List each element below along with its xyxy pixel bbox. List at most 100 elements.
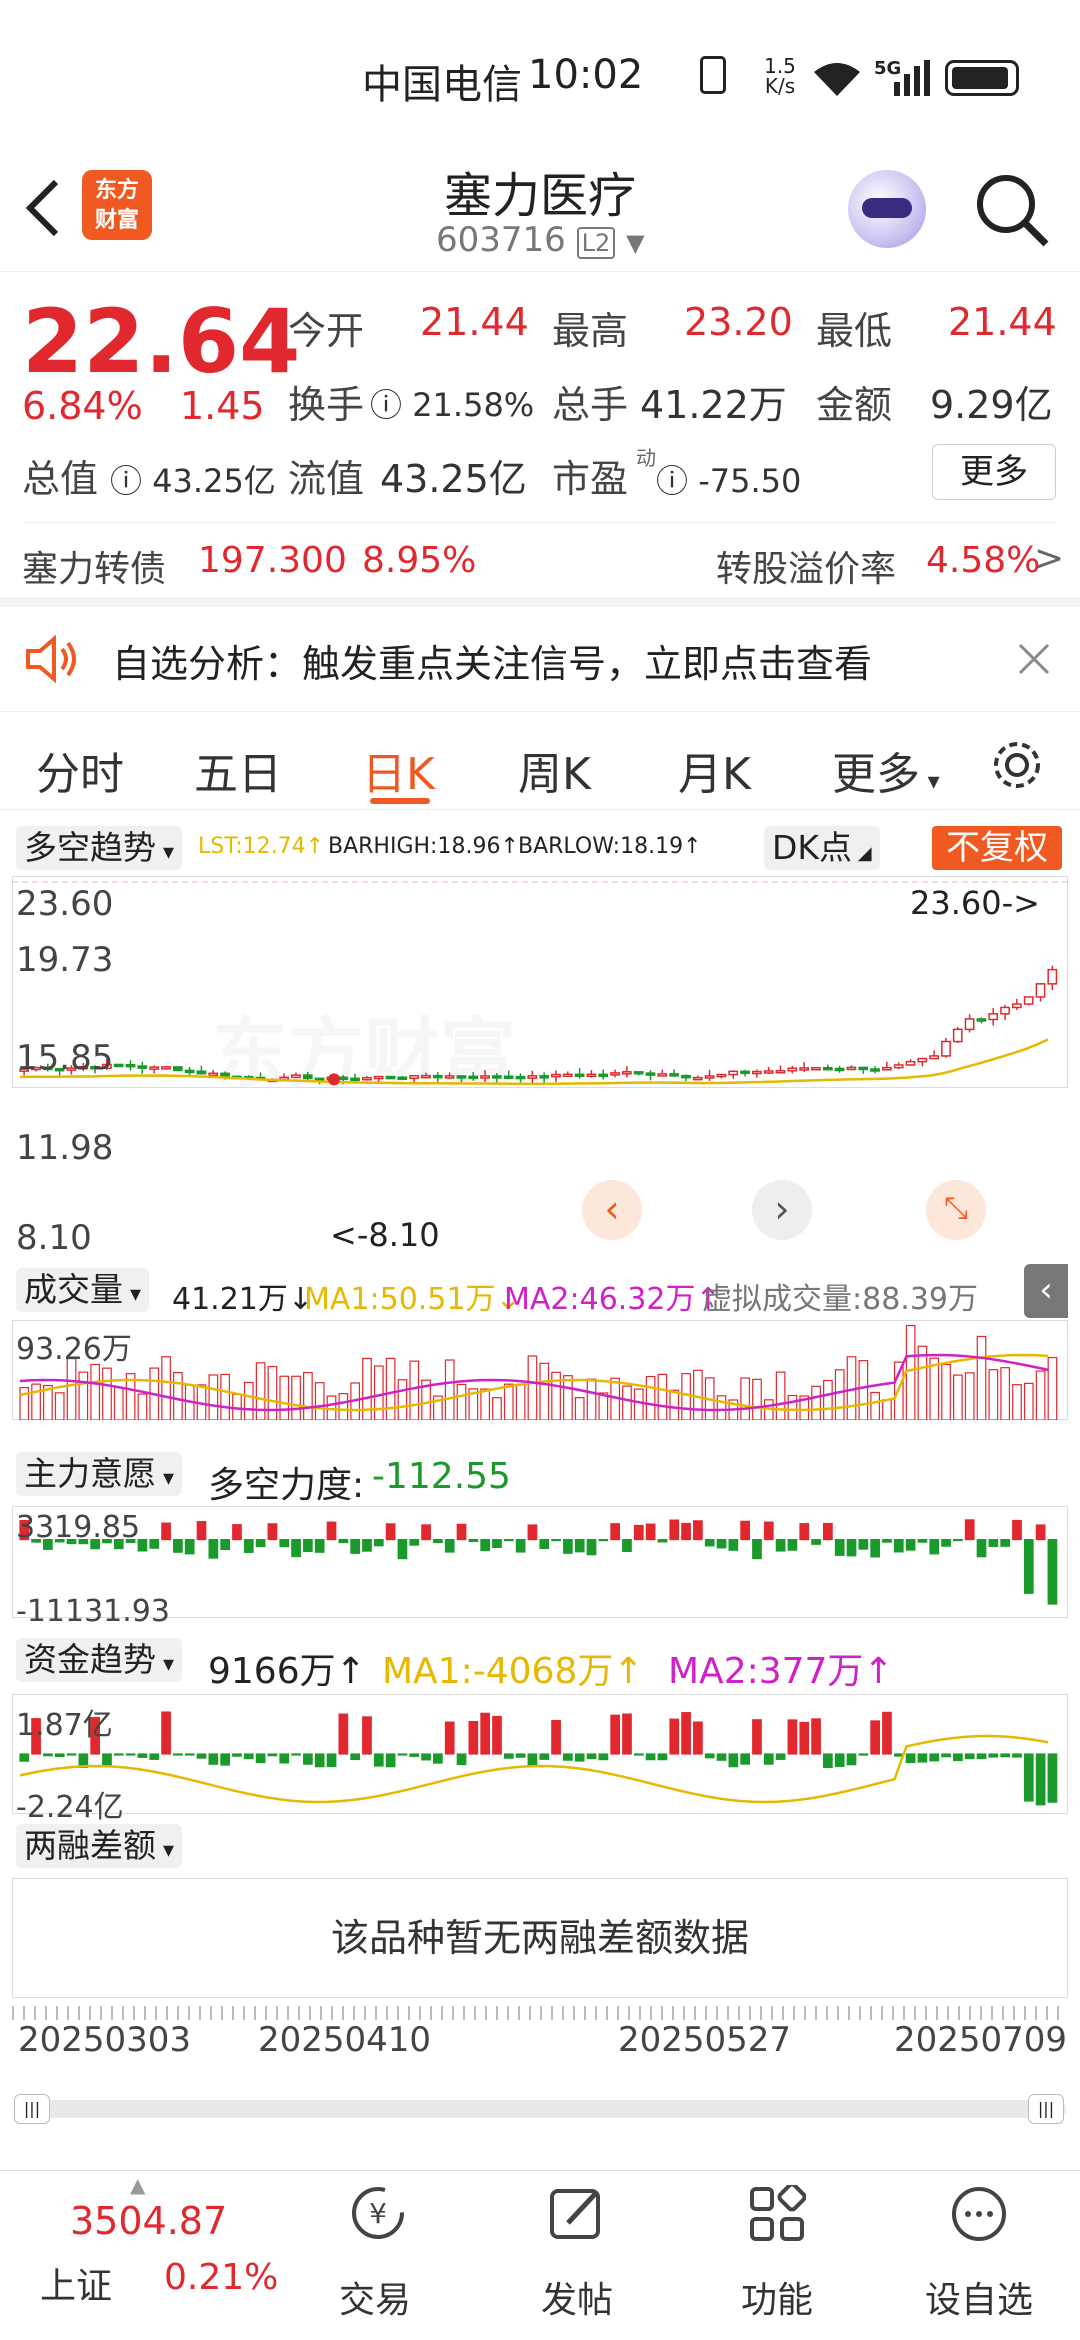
bar — [492, 1397, 502, 1420]
bar — [220, 1373, 231, 1420]
bar — [775, 1371, 786, 1420]
turnover-value[interactable]: ⓘ 21.58% — [370, 380, 534, 426]
bar — [775, 1538, 786, 1552]
bar — [563, 1538, 573, 1554]
candle — [338, 1076, 349, 1081]
notice-bar[interactable]: 自选分析：触发重点关注信号，立即点击查看 — [0, 607, 1080, 712]
margin-select[interactable]: 两融差额 ▾ — [16, 1824, 183, 1868]
quote-panel: 22.64 6.84% 1.45 总值 ⓘ 43.25亿 今开 21.44 最高… — [0, 272, 1080, 607]
candle — [1023, 996, 1034, 1005]
more-button[interactable]: 更多 — [932, 444, 1056, 500]
volume-select[interactable]: 成交量 ▾ — [16, 1268, 150, 1312]
bar — [870, 1538, 881, 1558]
bar — [929, 1753, 940, 1762]
bar — [645, 1523, 656, 1541]
bar — [716, 1753, 727, 1761]
bar — [527, 1524, 538, 1541]
bar — [834, 1538, 845, 1556]
candle — [291, 1074, 301, 1079]
tab-daily-k[interactable]: 日K — [362, 738, 435, 802]
range-handle-right[interactable]: ||| — [1028, 2094, 1064, 2124]
bar — [291, 1375, 301, 1420]
bar — [870, 1720, 881, 1755]
dk-point-button[interactable]: DK点 ◢ — [764, 826, 880, 870]
bar — [149, 1538, 160, 1549]
bond-pct: 8.95% — [362, 540, 477, 581]
bar — [54, 1753, 65, 1758]
settings-gear-icon[interactable] — [990, 738, 1044, 792]
period-tabs: 分时 五日 日K 周K 月K 更多 ▾ — [0, 712, 1080, 810]
close-icon[interactable] — [1018, 643, 1050, 675]
tab-monthly-k[interactable]: 月K — [678, 738, 751, 802]
bar — [834, 1753, 845, 1767]
y-label-top: 23.60 — [16, 884, 114, 924]
pe-value[interactable]: ⓘ -75.50 — [656, 456, 801, 502]
bar — [917, 1538, 928, 1543]
pe-superscript: 动 — [636, 446, 656, 470]
bar — [1047, 1356, 1058, 1420]
tab-more[interactable]: 更多 ▾ — [832, 738, 940, 802]
range-handle-left[interactable]: ||| — [14, 2094, 50, 2124]
tab-intraday[interactable]: 分时 — [36, 738, 124, 802]
chevron-right-icon[interactable]: > — [1034, 538, 1064, 579]
assistant-avatar[interactable] — [848, 170, 926, 248]
bar — [66, 1753, 77, 1756]
candle — [704, 1075, 715, 1079]
index-name[interactable]: 上证 — [40, 2257, 112, 2309]
bar — [480, 1712, 491, 1755]
zlyy-select[interactable]: 主力意愿 ▾ — [16, 1452, 183, 1496]
tab-five-day[interactable]: 五日 — [194, 738, 282, 802]
bar — [953, 1374, 963, 1420]
expand-icon[interactable]: ⤡ — [926, 1180, 986, 1240]
bar — [811, 1385, 821, 1420]
low-label: 最低 — [816, 309, 893, 353]
scroll-left-icon[interactable]: ‹ — [582, 1180, 642, 1240]
bar — [161, 1522, 171, 1541]
candle — [373, 1075, 384, 1080]
bar — [882, 1399, 892, 1420]
indicator-select[interactable]: 多空趋势 ▾ — [16, 826, 183, 870]
bar — [397, 1379, 408, 1420]
candle — [598, 1073, 609, 1078]
bar — [232, 1753, 242, 1757]
tab-weekly-k[interactable]: 周K — [518, 738, 591, 802]
bar — [267, 1753, 278, 1757]
candle — [515, 1075, 526, 1080]
bar — [515, 1383, 526, 1420]
bar — [539, 1753, 550, 1760]
index-value[interactable]: 3504.87 — [70, 2199, 227, 2243]
bond-name[interactable]: 塞力转债 — [22, 540, 166, 592]
bar — [338, 1713, 349, 1755]
bar — [645, 1375, 656, 1420]
search-icon[interactable] — [974, 172, 1050, 248]
bar — [433, 1538, 443, 1544]
bar — [1012, 1384, 1022, 1420]
collapse-panel-icon[interactable]: ‹ — [1024, 1264, 1068, 1318]
scroll-right-icon[interactable]: › — [752, 1180, 812, 1240]
bar — [373, 1365, 384, 1420]
bar — [763, 1521, 774, 1541]
zjqs-select[interactable]: 资金趋势 ▾ — [16, 1638, 183, 1682]
bar — [846, 1753, 857, 1766]
bar — [905, 1753, 916, 1764]
candle — [172, 1066, 183, 1072]
range-scrollbar[interactable]: ||| ||| — [14, 2094, 1066, 2124]
bar — [551, 1719, 561, 1755]
mcap-value[interactable]: ⓘ 43.25亿 — [110, 456, 276, 502]
candle — [444, 1075, 455, 1079]
bar — [681, 1373, 691, 1420]
bar — [456, 1383, 467, 1420]
battery-icon — [945, 60, 1019, 96]
last-price: 22.64 — [22, 290, 301, 393]
premium-value[interactable]: 4.58% — [926, 540, 1040, 581]
bar — [823, 1522, 833, 1541]
candle — [385, 1075, 396, 1080]
zlyy-bottom: -11131.93 — [16, 1594, 170, 1629]
date-label-3: 20250527 — [618, 2020, 792, 2060]
volume-ma2: MA2:46.32万↑ — [504, 1282, 721, 1317]
adjust-button[interactable]: 不复权 — [932, 826, 1062, 870]
bar — [787, 1719, 798, 1755]
bar — [527, 1355, 538, 1420]
bar — [645, 1753, 656, 1761]
bar — [574, 1538, 585, 1553]
